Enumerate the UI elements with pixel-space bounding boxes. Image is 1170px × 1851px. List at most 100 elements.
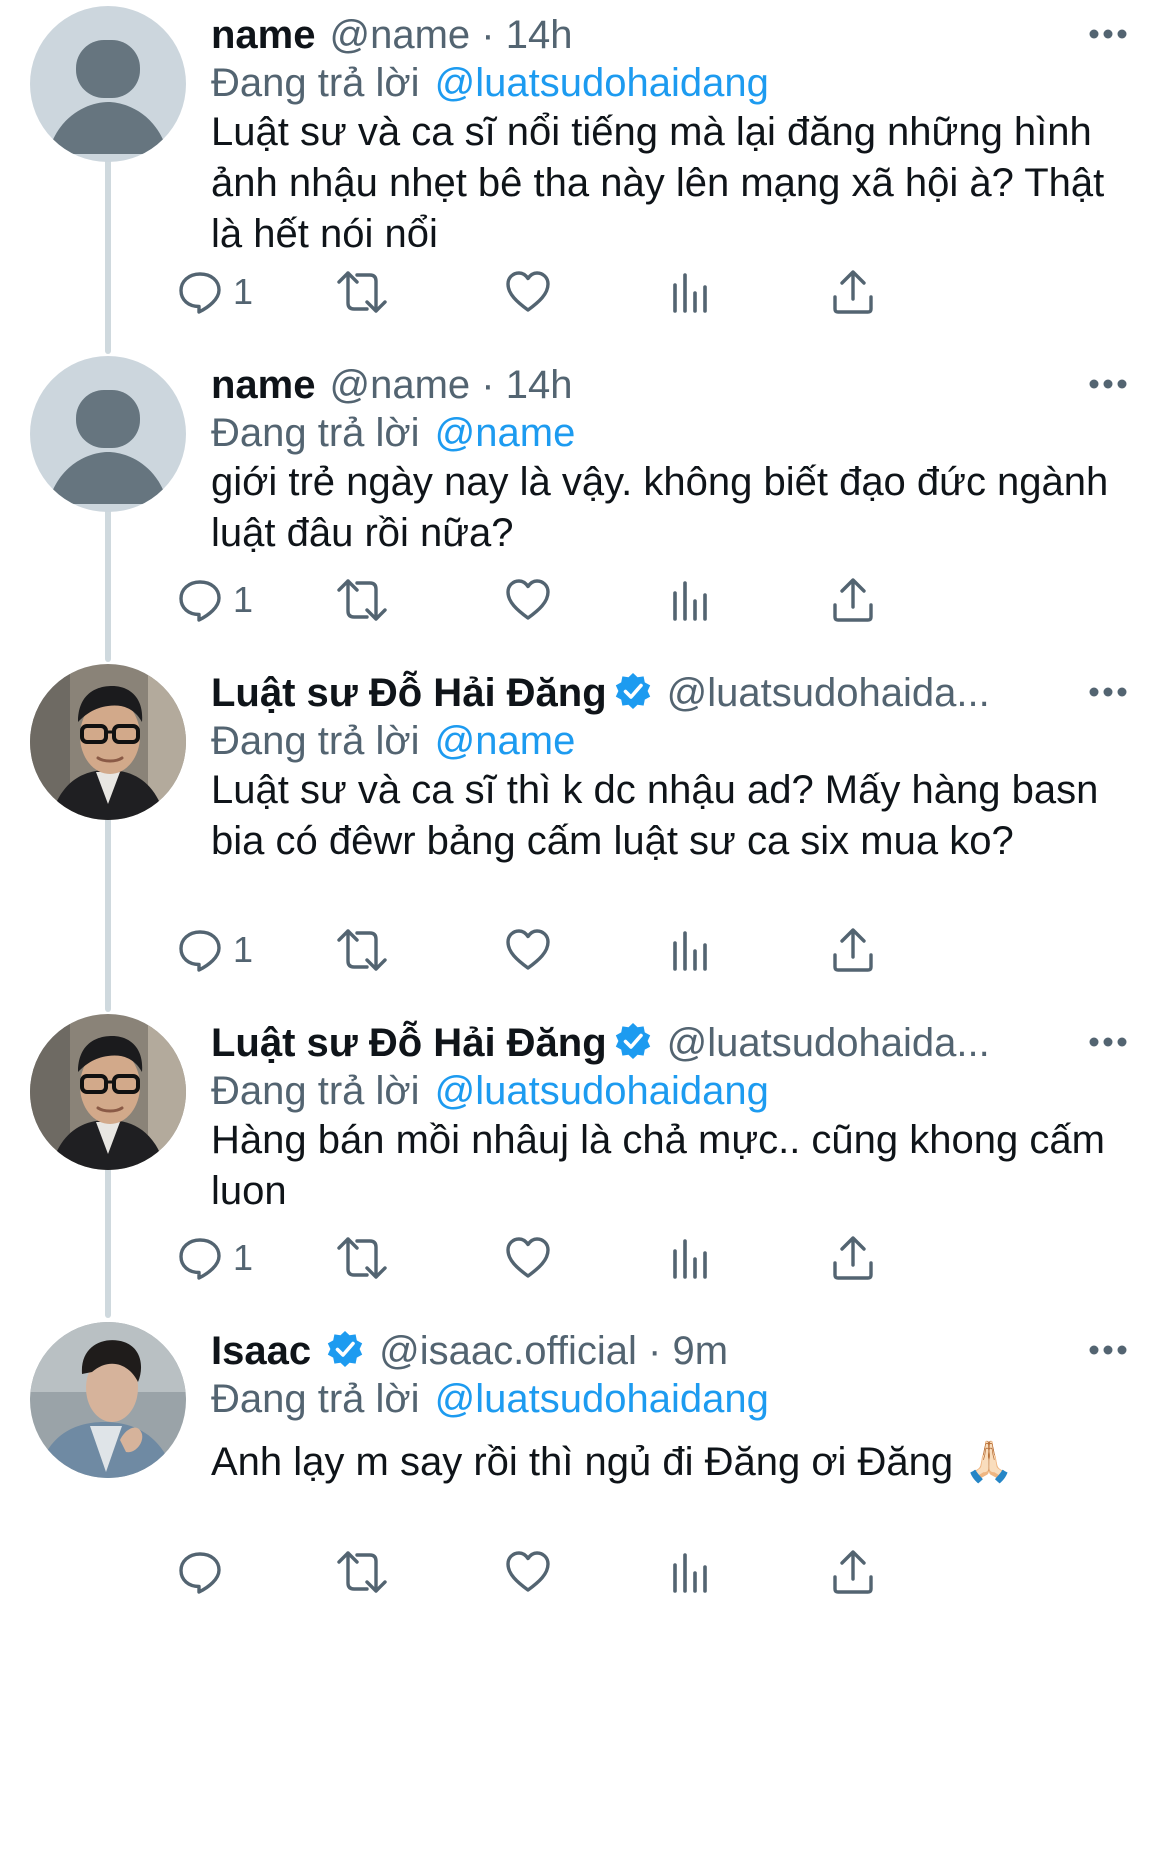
avatar[interactable]: [30, 664, 186, 820]
share-button[interactable]: [831, 262, 875, 322]
timestamp[interactable]: 14h: [506, 363, 573, 407]
retweet-button[interactable]: [337, 570, 387, 630]
share-button[interactable]: [831, 1228, 875, 1288]
retweet-icon: [337, 929, 387, 971]
like-icon: [506, 929, 550, 970]
timestamp[interactable]: 9m: [672, 1329, 728, 1373]
photo-avatar-icon: [30, 664, 186, 820]
share-button[interactable]: [831, 1542, 875, 1602]
replying-to: Đang trả lời @luatsudohaidang: [211, 1066, 769, 1116]
display-name[interactable]: Luật sư Đỗ Hải Đăng: [211, 1021, 607, 1065]
like-icon: [506, 1551, 550, 1592]
user-handle[interactable]: @luatsudohaida...: [667, 1021, 990, 1065]
reply-thread: name @name · 14h Đang trả lời @luatsudoha…: [0, 0, 1170, 1851]
replying-to-label: Đang trả lời: [211, 1069, 420, 1113]
retweet-icon: [337, 271, 387, 313]
like-button[interactable]: [505, 262, 551, 322]
like-icon: [506, 579, 550, 620]
action-bar: 1: [179, 1228, 1111, 1288]
mention-link[interactable]: @name: [435, 411, 576, 455]
like-button[interactable]: [505, 1542, 551, 1602]
user-handle[interactable]: @isaac.official: [379, 1329, 637, 1373]
tweet[interactable]: Luật sư Đỗ Hải Đăng @luatsudohaida... Đan…: [0, 658, 1170, 1008]
reply-button[interactable]: 1: [177, 262, 253, 322]
retweet-icon: [337, 579, 387, 621]
more-icon[interactable]: [1086, 672, 1130, 712]
retweet-button[interactable]: [337, 262, 387, 322]
mention-link[interactable]: @name: [435, 719, 576, 763]
avatar[interactable]: [30, 1014, 186, 1170]
replying-to-label: Đang trả lời: [211, 719, 420, 763]
retweet-button[interactable]: [337, 1228, 387, 1288]
display-name[interactable]: name: [211, 13, 316, 57]
analytics-button[interactable]: [671, 262, 711, 322]
tweet-header: name @name · 14h: [211, 10, 1050, 60]
avatar[interactable]: [30, 6, 186, 162]
share-icon: [833, 270, 873, 314]
reply-icon: [179, 1238, 221, 1280]
more-icon[interactable]: [1086, 364, 1130, 404]
like-button[interactable]: [505, 1228, 551, 1288]
avatar[interactable]: [30, 356, 186, 512]
retweet-icon: [337, 1237, 387, 1279]
tweet-header: Luật sư Đỗ Hải Đăng @luatsudohaida...: [211, 1018, 1050, 1068]
mention-link[interactable]: @luatsudohaidang: [435, 1377, 769, 1421]
mention-link[interactable]: @luatsudohaidang: [435, 1069, 769, 1113]
tweet[interactable]: name @name · 14h Đang trả lời @luatsudoha…: [0, 0, 1170, 350]
analytics-icon: [673, 581, 707, 621]
verified-badge-icon: [613, 671, 653, 718]
share-icon: [833, 1236, 873, 1280]
user-handle[interactable]: @name: [330, 363, 471, 407]
analytics-button[interactable]: [671, 570, 711, 630]
more-icon[interactable]: [1086, 14, 1130, 54]
photo-avatar-icon: [30, 1014, 186, 1170]
replying-to: Đang trả lời @luatsudohaidang: [211, 1374, 769, 1424]
more-icon[interactable]: [1086, 1330, 1130, 1370]
separator-dot: ·: [648, 1329, 662, 1373]
separator-dot: ·: [481, 13, 495, 57]
reply-icon: [179, 580, 221, 622]
user-handle[interactable]: @luatsudohaida...: [667, 671, 990, 715]
avatar[interactable]: [30, 1322, 186, 1478]
action-bar: 1: [179, 920, 1111, 980]
default-avatar-icon: [30, 6, 186, 162]
tweet[interactable]: Luật sư Đỗ Hải Đăng @luatsudohaida... Đan…: [0, 1008, 1170, 1316]
analytics-icon: [673, 931, 707, 971]
user-handle[interactable]: @name: [330, 13, 471, 57]
display-name[interactable]: Luật sư Đỗ Hải Đăng: [211, 671, 607, 715]
analytics-button[interactable]: [671, 1228, 711, 1288]
retweet-button[interactable]: [337, 920, 387, 980]
analytics-button[interactable]: [671, 920, 711, 980]
replying-to-label: Đang trả lời: [211, 61, 420, 105]
reply-button[interactable]: [177, 1542, 233, 1602]
mention-link[interactable]: @luatsudohaidang: [435, 61, 769, 105]
like-button[interactable]: [505, 920, 551, 980]
share-button[interactable]: [831, 920, 875, 980]
retweet-button[interactable]: [337, 1542, 387, 1602]
action-bar: 1: [179, 262, 1111, 322]
tweet[interactable]: name @name · 14h Đang trả lời @name giới …: [0, 350, 1170, 658]
display-name[interactable]: name: [211, 363, 316, 407]
analytics-button[interactable]: [671, 1542, 711, 1602]
display-name[interactable]: Isaac: [211, 1329, 311, 1373]
reply-button[interactable]: 1: [177, 1228, 253, 1288]
analytics-icon: [673, 273, 707, 313]
analytics-icon: [673, 1239, 707, 1279]
analytics-icon: [673, 1553, 707, 1593]
reply-button[interactable]: 1: [177, 920, 253, 980]
reply-button[interactable]: 1: [177, 570, 253, 630]
verified-badge-icon: [613, 1021, 653, 1068]
tweet[interactable]: Isaac @isaac.official · 9m Đang trả lời @…: [0, 1316, 1170, 1851]
more-icon[interactable]: [1086, 1022, 1130, 1062]
like-button[interactable]: [505, 570, 551, 630]
timestamp[interactable]: 14h: [506, 13, 573, 57]
share-button[interactable]: [831, 570, 875, 630]
photo-avatar-icon: [30, 1322, 186, 1478]
tweet-text: Anh lạy m say rồi thì ngủ đi Đăng ơi Đăn…: [211, 1440, 1015, 1484]
replying-to-label: Đang trả lời: [211, 1377, 420, 1421]
share-icon: [833, 928, 873, 972]
reply-count: 1: [233, 271, 254, 312]
share-icon: [833, 1550, 873, 1594]
tweet-header: Luật sư Đỗ Hải Đăng @luatsudohaida...: [211, 668, 1050, 718]
like-icon: [506, 1237, 550, 1278]
